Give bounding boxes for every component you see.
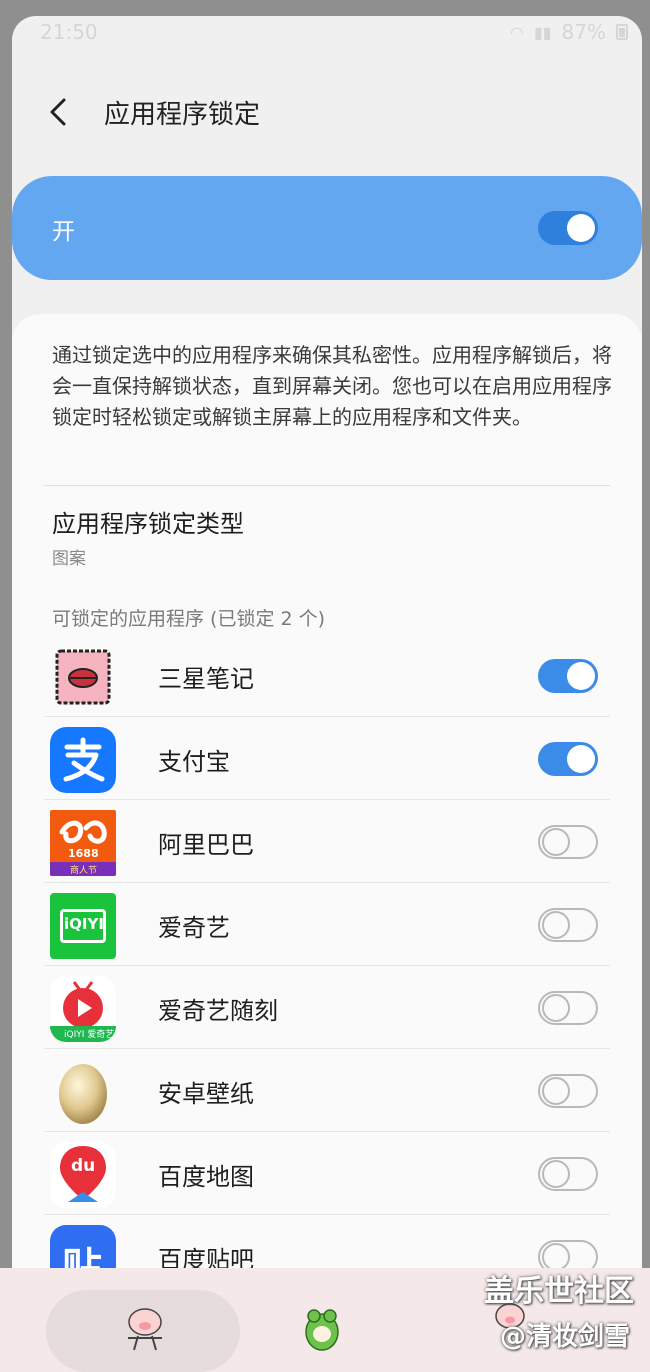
settings-content: 通过锁定选中的应用程序来确保其私密性。应用程序解锁后，将会一直保持解锁状态，直到… [12,314,642,1314]
alibaba-icon-text: 1688 [68,847,99,860]
app-row-baidu-map[interactable]: du 百度地图 [12,1132,642,1215]
toggle-knob [542,911,570,939]
status-time: 21:50 [40,20,98,44]
alibaba-icon-badge: 商人节 [70,866,98,876]
master-switch-label: 开 [52,219,75,245]
wifi-icon: ◠ [509,22,524,42]
chevron-left-icon [50,98,66,126]
toggle-knob [542,994,570,1022]
battery-icon [616,24,628,40]
toggle-knob [567,745,595,773]
lock-type-title: 应用程序锁定类型 [52,510,244,538]
lock-toggle-samsung-notes[interactable] [538,659,598,693]
app-name: 三星笔记 [158,665,254,693]
signal-icon: ▮▮ [533,22,552,42]
lock-toggle-iqiyi-suike[interactable] [538,991,598,1025]
app-row-samsung-notes[interactable]: 三星笔记 [12,634,642,717]
app-row-iqiyi[interactable]: iQIYI 爱奇艺 [12,883,642,966]
back-button[interactable] [38,90,82,134]
app-name: 安卓壁纸 [158,1080,254,1108]
status-bar: 21:50 ◠ ▮▮ 87% [12,16,642,48]
frog-sticker-icon[interactable] [302,1306,342,1352]
app-name: 支付宝 [158,748,230,776]
description-text: 通过锁定选中的应用程序来确保其私密性。应用程序解锁后，将会一直保持解锁状态，直到… [52,343,612,429]
app-row-alipay[interactable]: 支付宝 [12,717,642,800]
iqiyi-icon-text: iQIYI [64,915,104,933]
app-row-alibaba[interactable]: 1688 商人节 阿里巴巴 [12,800,642,883]
toggle-knob [567,214,595,242]
lock-toggle-iqiyi[interactable] [538,908,598,942]
app-name: 阿里巴巴 [158,831,254,859]
app-row-iqiyi-suike[interactable]: iQIYI 爱奇艺 爱奇艺随刻 [12,966,642,1049]
iqiyi-suike-icon: iQIYI 爱奇艺 [50,976,116,1042]
battery-percent: 87% [561,20,606,44]
lock-toggle-android-wallpaper[interactable] [538,1074,598,1108]
watermark-community: 盖乐世社区 [484,1274,634,1309]
header: 应用程序锁定 [12,82,642,142]
master-switch-card[interactable]: 开 [12,176,642,280]
toggle-knob [542,828,570,856]
lock-type-setting[interactable]: 应用程序锁定类型 图案 [12,486,642,576]
baidu-map-icon: du [50,1142,116,1208]
lockable-apps-header: 可锁定的应用程序 (已锁定 2 个) [52,608,326,630]
lock-toggle-alipay[interactable] [538,742,598,776]
app-name: 爱奇艺 [158,914,230,942]
alipay-icon [50,727,116,793]
toggle-knob [542,1077,570,1105]
toggle-knob [542,1160,570,1188]
iqiyi-icon: iQIYI [50,893,116,959]
page-title: 应用程序锁定 [104,100,261,130]
android-wallpaper-icon [50,1059,116,1125]
screen: 21:50 ◠ ▮▮ 87% 应用程序锁定 开 通过锁定选中的应用程序来确保其私… [12,16,642,1372]
suike-icon-text: iQIYI 爱奇艺 [64,1030,115,1040]
lock-toggle-baidu-map[interactable] [538,1157,598,1191]
lock-toggle-alibaba[interactable] [538,825,598,859]
watermark-author: @清妆剑雪 [499,1322,630,1352]
baidu-map-icon-text: du [71,1156,96,1176]
master-toggle[interactable] [538,211,598,245]
app-name: 爱奇艺随刻 [158,997,278,1025]
lock-type-value: 图案 [52,549,86,569]
alibaba-1688-icon: 1688 商人节 [50,810,116,876]
status-icons: ◠ ▮▮ 87% [510,20,628,44]
pig-sticker-icon[interactable] [120,1304,170,1352]
app-name: 百度地图 [158,1163,254,1191]
toggle-knob [567,662,595,690]
app-row-android-wallpaper[interactable]: 安卓壁纸 [12,1049,642,1132]
samsung-notes-icon [50,644,116,710]
